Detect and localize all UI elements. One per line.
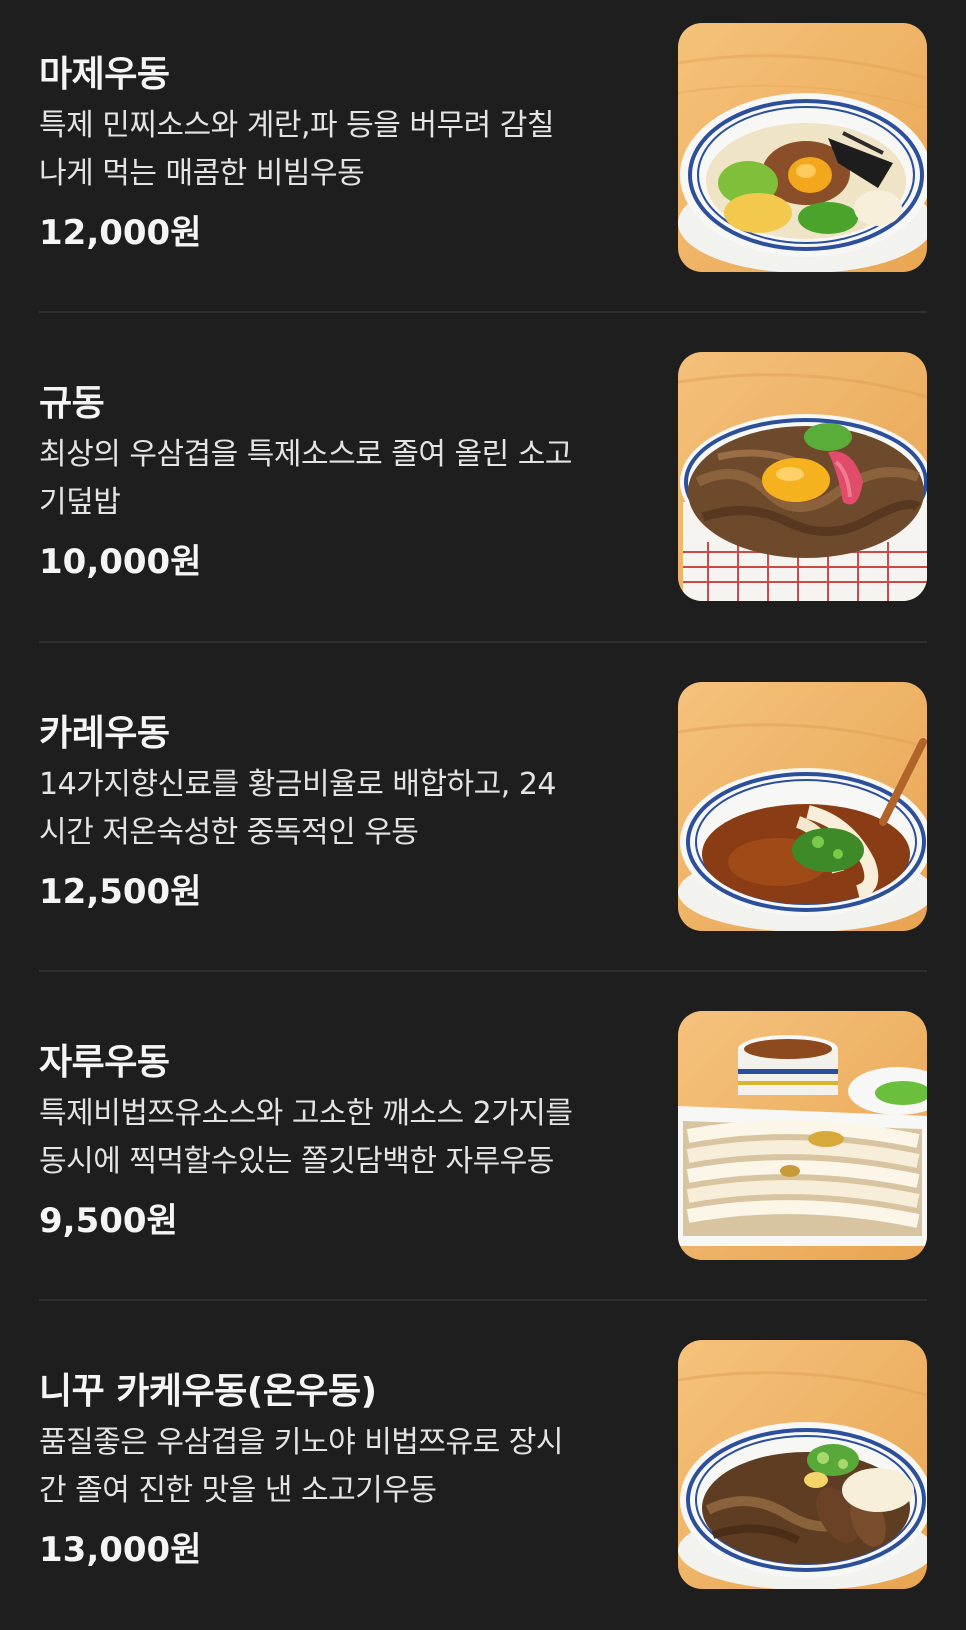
menu-item-description-line: 품질좋은 우삼겹을 키노야 비법쯔유로 장시 (39, 1425, 563, 1460)
menu-item-name: 카레우동 (39, 713, 170, 754)
menu-item-price: 10,000원 (39, 542, 202, 582)
divider (39, 970, 927, 972)
menu-item-zaru-udon[interactable]: 자루우동 특제비법쯔유소스와 고소한 깨소스 2가지를 동시에 찍먹할수있는 쫄… (39, 1011, 927, 1301)
menu-item-description: 14가지향신료를 황금비율로 배합하고, 24 시간 저온숙성한 중독적인 우동 (39, 761, 639, 857)
menu-item-price: 12,000원 (39, 213, 202, 253)
menu-item-description-line: 시간 저온숙성한 중독적인 우동 (39, 815, 419, 850)
menu-item-majeudon[interactable]: 마제우동 특제 민찌소스와 계란,파 등을 버무려 감칠 나게 먹는 매콤한 비… (39, 23, 927, 313)
divider (39, 1299, 927, 1301)
menu-item-description: 최상의 우삼겹을 특제소스로 졸여 올린 소고 기덮밥 (39, 431, 639, 527)
menu-item-name: 규동 (39, 383, 105, 424)
menu-item-description: 특제비법쯔유소스와 고소한 깨소스 2가지를 동시에 찍먹할수있는 쫄깃담백한 … (39, 1090, 639, 1186)
menu-item-name: 자루우동 (39, 1042, 170, 1083)
menu-item-description-line: 14가지향신료를 황금비율로 배합하고, 24 (39, 767, 557, 802)
menu-item-description: 특제 민찌소스와 계란,파 등을 버무려 감칠 나게 먹는 매콤한 비빔우동 (39, 102, 639, 198)
menu-item-price: 12,500원 (39, 872, 202, 912)
menu-item-description-line: 특제비법쯔유소스와 고소한 깨소스 2가지를 (39, 1096, 573, 1131)
menu-item-description-line: 나게 먹는 매콤한 비빔우동 (39, 156, 365, 191)
zaru-udon-photo-icon[interactable] (678, 1011, 927, 1260)
niku-udon-photo-icon[interactable] (678, 1340, 927, 1589)
menu-item-description-line: 동시에 찍먹할수있는 쫄깃담백한 자루우동 (39, 1144, 554, 1179)
menu-item-description: 품질좋은 우삼겹을 키노야 비법쯔유로 장시 간 졸여 진한 맛을 낸 소고기우… (39, 1419, 639, 1515)
menu-item-niku-kake-udon[interactable]: 니꾸 카케우동(온우동) 품질좋은 우삼겹을 키노야 비법쯔유로 장시 간 졸여… (39, 1340, 927, 1630)
menu-item-price: 13,000원 (39, 1530, 202, 1570)
menu-item-curry-udon[interactable]: 카레우동 14가지향신료를 황금비율로 배합하고, 24 시간 저온숙성한 중독… (39, 682, 927, 972)
menu-item-description-line: 특제 민찌소스와 계란,파 등을 버무려 감칠 (39, 108, 554, 143)
divider (39, 311, 927, 313)
curry-udon-photo-icon[interactable] (678, 682, 927, 931)
menu-item-name: 마제우동 (39, 54, 170, 95)
menu-item-price: 9,500원 (39, 1201, 178, 1241)
bibim-udon-photo-icon[interactable] (678, 23, 927, 272)
divider (39, 641, 927, 643)
menu-item-description-line: 간 졸여 진한 맛을 낸 소고기우동 (39, 1473, 437, 1508)
menu-item-gyudon[interactable]: 규동 최상의 우삼겹을 특제소스로 졸여 올린 소고 기덮밥 10,000원 (39, 352, 927, 642)
gyudon-photo-icon[interactable] (678, 352, 927, 601)
menu-list: 마제우동 특제 민찌소스와 계란,파 등을 버무려 감칠 나게 먹는 매콤한 비… (0, 0, 966, 1606)
menu-item-name: 니꾸 카케우동(온우동) (39, 1371, 377, 1412)
menu-item-description-line: 기덮밥 (39, 485, 121, 520)
menu-item-description-line: 최상의 우삼겹을 특제소스로 졸여 올린 소고 (39, 437, 572, 472)
